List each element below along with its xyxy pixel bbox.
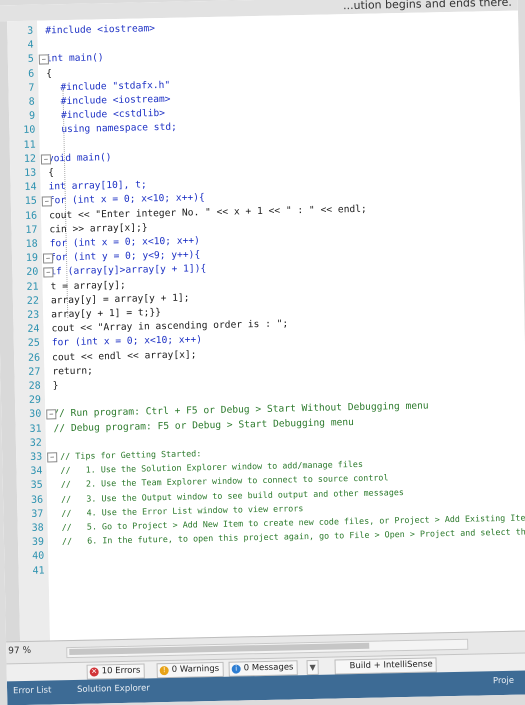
solution-explorer-tab[interactable]: Solution Explorer [77, 683, 150, 695]
code-line[interactable]: int main() [46, 52, 104, 66]
line-number: 5 [28, 53, 34, 67]
line-number: 18 [26, 238, 38, 252]
line-number: 21 [26, 280, 38, 294]
line-number: 32 [30, 436, 42, 450]
code-line[interactable]: #include <iostream> [45, 22, 155, 37]
warnings-filter-button[interactable]: ! 0 Warnings [157, 662, 224, 678]
line-number: 24 [27, 323, 39, 337]
code-line[interactable]: t = array[y]; [50, 278, 125, 293]
line-number: 29 [29, 394, 41, 408]
code-line[interactable]: // Tips for Getting Started: [60, 447, 201, 463]
warning-icon: ! [160, 666, 169, 675]
code-line[interactable]: void main() [48, 151, 112, 165]
project-tab[interactable]: Proje [493, 676, 514, 686]
code-line[interactable]: } [53, 379, 59, 392]
line-number: 28 [29, 380, 41, 394]
collapse-icon[interactable]: − [43, 268, 53, 278]
code-line[interactable]: if (array[y]>array[y + 1]){ [50, 263, 206, 279]
line-number: 39 [32, 536, 44, 550]
collapse-icon[interactable]: − [47, 452, 57, 462]
errors-filter-button[interactable]: ✕ 10 Errors [87, 663, 145, 679]
rotated-ide-screenshot: ...ution begins and ends there. 34567891… [0, 0, 525, 705]
line-number: 7 [28, 81, 34, 95]
scrollbar-thumb[interactable] [69, 643, 369, 655]
code-line[interactable]: #include "stdafx.h" [60, 79, 170, 94]
line-number: 14 [24, 181, 36, 195]
code-line[interactable]: using namespace std; [61, 121, 177, 136]
line-number: 4 [27, 39, 33, 53]
line-number: 8 [29, 96, 35, 110]
collapse-icon[interactable]: − [39, 55, 49, 65]
filter-toggle-button[interactable]: ▼ [307, 660, 319, 675]
code-line[interactable]: #include <iostream> [61, 93, 171, 108]
filter-icon: ▼ [308, 661, 318, 674]
line-number: 12 [24, 152, 36, 166]
code-line[interactable]: #include <cstdlib> [61, 107, 165, 122]
line-number: 27 [28, 365, 40, 379]
code-line[interactable]: cout << endl << array[x]; [52, 348, 197, 364]
messages-count: 0 Messages [244, 662, 294, 673]
collapse-icon[interactable]: − [42, 197, 52, 207]
code-line[interactable]: array[y] = array[y + 1]; [51, 291, 190, 307]
code-line[interactable]: array[y + 1] = t;}} [51, 306, 161, 321]
line-number: 35 [31, 479, 43, 493]
line-number: 34 [30, 465, 42, 479]
message-icon: i [232, 664, 241, 673]
line-number: 10 [23, 124, 35, 138]
line-number: 11 [23, 138, 35, 152]
code-line[interactable]: { [48, 166, 54, 179]
line-number: 19 [26, 252, 38, 266]
line-number: 26 [28, 351, 40, 365]
line-number: 20 [26, 266, 38, 280]
collapse-icon[interactable]: − [43, 254, 53, 264]
code-line[interactable]: cin >> array[x];} [49, 221, 147, 236]
code-line[interactable]: return; [52, 364, 93, 378]
error-list-tab[interactable]: Error List [13, 685, 51, 696]
error-icon: ✕ [90, 667, 99, 676]
errors-count: 10 Errors [102, 666, 141, 677]
line-number: 3 [27, 25, 33, 39]
line-number: 6 [28, 67, 34, 81]
messages-filter-button[interactable]: i 0 Messages [229, 660, 298, 676]
line-number: 41 [32, 564, 44, 578]
line-number: 40 [32, 550, 44, 564]
line-number: 16 [25, 209, 37, 223]
line-number: 37 [31, 507, 43, 521]
line-number: 13 [24, 167, 36, 181]
line-number: 38 [32, 522, 44, 536]
build-filter-label: Build + IntelliSense [350, 659, 433, 671]
line-number: 23 [27, 309, 39, 323]
line-number: 22 [27, 294, 39, 308]
collapse-icon[interactable]: − [41, 154, 51, 164]
line-number: 33 [30, 451, 42, 465]
line-number: 31 [29, 422, 41, 436]
code-line[interactable]: { [46, 67, 52, 80]
code-editor[interactable]: #include <iostream>int main()−{#include … [37, 11, 525, 641]
line-number: 30 [29, 408, 41, 422]
collapse-icon[interactable]: − [46, 410, 56, 420]
code-line[interactable]: int array[10], t; [48, 179, 146, 194]
warnings-count: 0 Warnings [172, 664, 220, 675]
line-number: 17 [25, 223, 37, 237]
line-number: 15 [25, 195, 37, 209]
line-number: 36 [31, 493, 43, 507]
line-number: 25 [28, 337, 40, 351]
line-number: 9 [29, 110, 35, 124]
zoom-level[interactable]: 97 % [8, 646, 31, 656]
